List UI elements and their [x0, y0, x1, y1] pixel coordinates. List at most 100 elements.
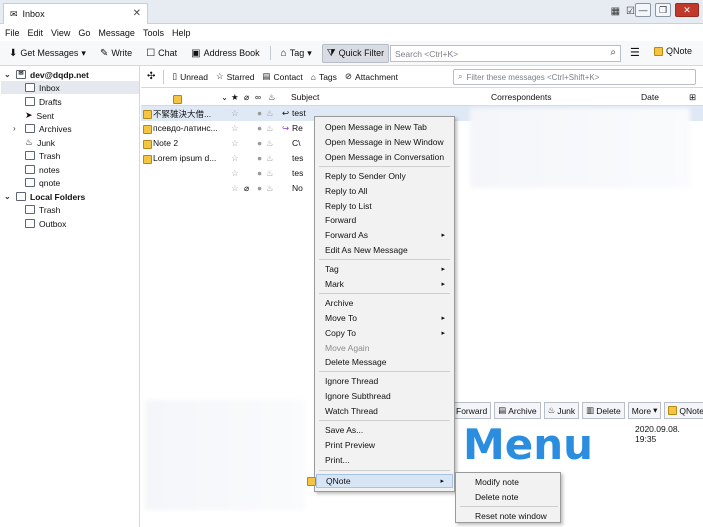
menu-item-reset-note-window[interactable]: Reset note window — [457, 509, 561, 523]
menu-item-archive[interactable]: Archive — [316, 296, 453, 310]
menu-item-forward-as[interactable]: Forward As ▸ — [316, 228, 453, 242]
menu-item-watch-thread[interactable]: Watch Thread — [316, 404, 453, 418]
filter-messages-input[interactable]: ⌕ Filter these messages <Ctrl+Shift+K> — [453, 69, 696, 85]
close-window-button[interactable]: ✕ — [675, 3, 699, 17]
read-dot-icon[interactable]: ● — [257, 108, 262, 118]
sidebar-item-local-trash[interactable]: Trash — [25, 203, 60, 216]
chevron-down-icon[interactable]: ▾ — [81, 48, 86, 59]
read-dot-icon[interactable]: ● — [257, 138, 262, 148]
read-dot-icon[interactable]: ● — [257, 123, 262, 133]
star-icon[interactable]: ☆ — [231, 138, 239, 149]
star-icon[interactable]: ☆ — [231, 168, 239, 179]
sidebar-item-outbox[interactable]: Outbox — [25, 217, 66, 230]
menu-item-reply-sender[interactable]: Reply to Sender Only — [316, 169, 453, 183]
menu-tools[interactable]: Tools — [143, 28, 164, 38]
menu-item-ignore-subthread[interactable]: Ignore Subthread — [316, 389, 453, 403]
qnote-toolbar-button[interactable]: QNote — [654, 46, 692, 56]
sidebar-item-sent[interactable]: ➤ Sent — [25, 109, 54, 122]
thread-column-icon[interactable]: ⌄ — [221, 92, 228, 103]
menu-item-move-to[interactable]: Move To ▸ — [316, 311, 453, 325]
junk-icon[interactable]: ♨ — [266, 183, 274, 194]
write-button[interactable]: ✎ Write — [96, 45, 136, 62]
menu-item-save-as[interactable]: Save As... — [316, 423, 453, 437]
column-picker-icon[interactable]: ⊞ — [689, 92, 696, 103]
junk-column-icon[interactable]: ♨ — [268, 92, 276, 103]
attachment-filter-button[interactable]: ⊘ Attachment — [345, 71, 398, 82]
quick-filter-button[interactable]: ⧩ Quick Filter — [321, 43, 390, 63]
menu-go[interactable]: Go — [78, 28, 90, 38]
sidebar-item-archives[interactable]: › Archives — [13, 122, 72, 135]
menu-message[interactable]: Message — [98, 28, 135, 38]
menu-item-copy-to[interactable]: Copy To ▸ — [316, 326, 453, 340]
junk-button[interactable]: ♨ Junk — [543, 402, 580, 419]
menu-item-reply-list[interactable]: Reply to List — [316, 199, 453, 213]
app-menu-icon[interactable]: ☰ — [630, 46, 640, 59]
menu-item-open-conversation[interactable]: Open Message in Conversation — [316, 150, 453, 164]
more-button[interactable]: More ▾ — [627, 402, 662, 419]
chevron-right-icon[interactable]: › — [13, 124, 21, 133]
junk-icon[interactable]: ♨ — [266, 108, 274, 119]
chat-button[interactable]: ☐ Chat — [142, 45, 181, 62]
star-column-icon[interactable]: ★ — [231, 92, 239, 103]
calendar-icon[interactable]: ▦ — [611, 6, 620, 17]
menu-item-tag[interactable]: Tag ▸ — [316, 262, 453, 276]
menu-item-print[interactable]: Print... — [316, 453, 453, 467]
tag-button[interactable]: ⌂ Tag ▾ — [277, 45, 316, 62]
menu-item-modify-note[interactable]: Modify note — [457, 475, 561, 489]
junk-icon[interactable]: ♨ — [266, 123, 274, 134]
search-input[interactable]: Search <Ctrl+K> ⌕ — [390, 45, 621, 62]
junk-icon[interactable]: ♨ — [266, 153, 274, 164]
get-messages-button[interactable]: ⬇ Get Messages ▾ — [5, 45, 90, 62]
read-column-icon[interactable]: ∞ — [255, 92, 261, 102]
correspondents-column-header[interactable]: Correspondents — [491, 92, 551, 102]
attachment-column-icon[interactable]: ⌀ — [244, 92, 249, 103]
sidebar-item-drafts[interactable]: Drafts — [25, 95, 62, 108]
date-column-header[interactable]: Date — [641, 92, 659, 102]
menu-item-edit-as-new[interactable]: Edit As New Message — [316, 243, 453, 257]
menu-item-reply-all[interactable]: Reply to All — [316, 184, 453, 198]
local-folders-row[interactable]: ⌄ Local Folders — [4, 190, 85, 203]
tags-filter-button[interactable]: ⌂ Tags — [311, 72, 337, 82]
menu-help[interactable]: Help — [172, 28, 191, 38]
tab-inbox[interactable]: ✉ Inbox ✕ — [3, 3, 148, 24]
menu-edit[interactable]: Edit — [28, 28, 44, 38]
address-book-button[interactable]: ▣ Address Book — [187, 45, 263, 62]
menu-item-delete[interactable]: Delete Message — [316, 355, 453, 369]
read-dot-icon[interactable]: ● — [257, 153, 262, 163]
menu-item-delete-note[interactable]: Delete note — [457, 490, 561, 504]
pin-icon[interactable]: ✣ — [147, 71, 155, 82]
sidebar-item-inbox[interactable]: Inbox — [1, 81, 139, 94]
contact-filter-button[interactable]: ▤ Contact — [262, 71, 302, 82]
star-icon[interactable]: ☆ — [231, 123, 239, 134]
junk-icon[interactable]: ♨ — [266, 138, 274, 149]
chevron-down-icon[interactable]: ⌄ — [4, 192, 12, 201]
unread-filter-button[interactable]: ▯ Unread — [172, 71, 208, 82]
sidebar-item-junk[interactable]: ♨ Junk — [25, 136, 55, 149]
menu-item-open-new-window[interactable]: Open Message in New Window — [316, 135, 453, 149]
star-icon[interactable]: ☆ — [231, 153, 239, 164]
junk-icon[interactable]: ♨ — [266, 168, 274, 179]
sidebar-item-qnote[interactable]: qnote — [25, 176, 60, 189]
read-dot-icon[interactable]: ● — [257, 183, 262, 193]
star-icon[interactable]: ☆ — [231, 108, 239, 119]
delete-button[interactable]: ▥ Delete — [582, 402, 625, 419]
chevron-down-icon[interactable]: ⌄ — [4, 70, 12, 79]
menu-item-forward[interactable]: Forward — [316, 213, 453, 227]
account-row[interactable]: ⌄ ✉ dev@dqdp.net — [4, 68, 138, 81]
tab-close-icon[interactable]: ✕ — [133, 8, 141, 19]
menu-item-qnote[interactable]: QNote ▸ — [307, 474, 453, 488]
sidebar-item-trash[interactable]: Trash — [25, 149, 60, 162]
read-dot-icon[interactable]: ● — [257, 168, 262, 178]
menu-view[interactable]: View — [51, 28, 70, 38]
qnote-message-button[interactable]: QNote — [664, 402, 703, 419]
menu-file[interactable]: File — [5, 28, 20, 38]
forward-button[interactable]: Forward — [452, 402, 492, 419]
tasks-icon[interactable]: ☑ — [626, 6, 635, 17]
star-icon[interactable]: ☆ — [231, 183, 239, 194]
archive-button[interactable]: ▤ Archive — [494, 402, 541, 419]
subject-column-header[interactable]: Subject — [291, 92, 319, 102]
menu-item-mark[interactable]: Mark ▸ — [316, 277, 453, 291]
minimize-button[interactable]: — — [635, 3, 651, 17]
menu-item-ignore-thread[interactable]: Ignore Thread — [316, 374, 453, 388]
starred-filter-button[interactable]: ☆ Starred — [216, 71, 255, 82]
